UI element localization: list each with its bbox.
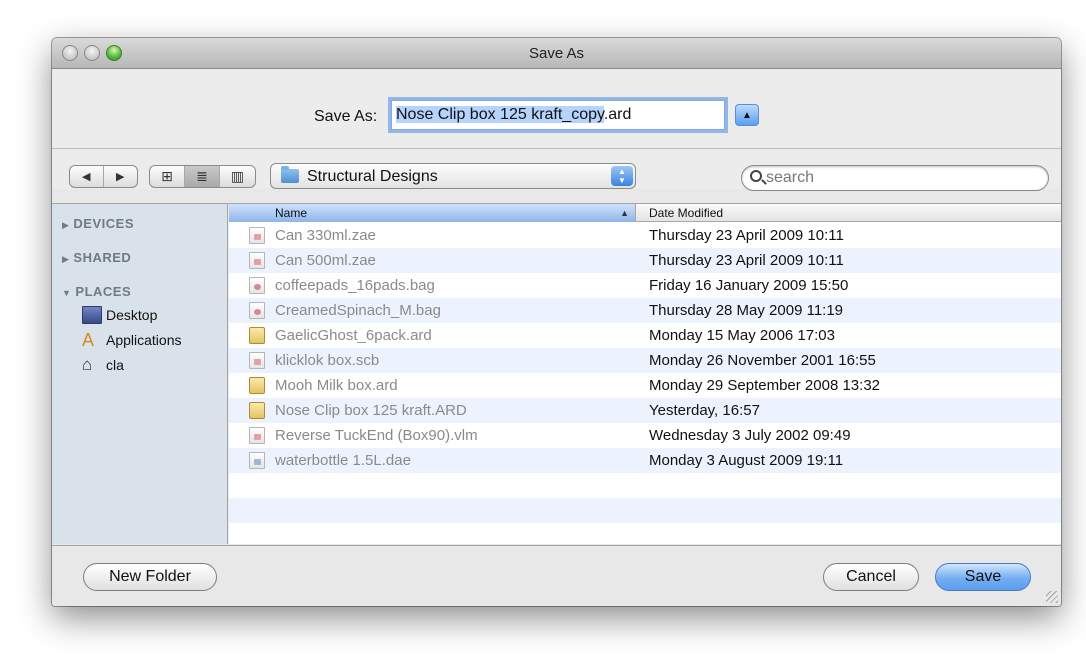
list-view-button[interactable]: ≣ [185,166,220,187]
file-name: Mooh Milk box.ard [275,377,398,394]
file-date-modified: Thursday 23 April 2009 10:11 [649,252,844,269]
sidebar: ▶ DEVICES ▶ SHARED ▼ PLACES Desktop A Appli… [52,204,228,544]
empty-row [229,498,1061,523]
expand-dialog-button[interactable]: ▲ [735,104,759,126]
forward-arrow-icon: ▶ [116,171,125,183]
table-row[interactable]: Nose Clip box 125 kraft.ARD Yesterday, 16… [229,398,1061,423]
empty-row [229,523,1061,544]
sidebar-item-applications[interactable]: A Applications [82,330,182,350]
title-bar[interactable]: Save As [52,38,1061,69]
file-bottle-icon [249,452,265,469]
column-header-date[interactable]: Date Modified [649,204,723,222]
location-popup[interactable]: Structural Designs ▲ ▼ [270,163,636,189]
back-arrow-icon: ◀ [82,171,91,183]
filename-extension: .ard [603,106,632,123]
file-name: CreamedSpinach_M.bag [275,302,441,319]
table-row[interactable]: coffeepads_16pads.bag Friday 16 January 2… [229,273,1061,298]
back-forward-control: ◀ ▶ [69,165,138,188]
file-document-icon [249,352,265,369]
triangle-up-icon: ▲ [742,109,752,121]
sidebar-section-places[interactable]: ▼ PLACES [62,284,131,299]
filename-selected-text: Nose Clip box 125 kraft_copy [396,106,604,123]
file-date-modified: Wednesday 3 July 2002 09:49 [649,427,851,444]
window-title: Save As [528,45,585,62]
popup-arrows-icon: ▲ ▼ [611,166,633,186]
filename-input[interactable]: Nose Clip box 125 kraft_copy.ard [391,100,725,130]
applications-icon: A [82,330,95,350]
list-icon: ≣ [196,168,208,184]
desktop-icon [82,306,102,324]
file-list-header: Name ▲ Date Modified [229,204,1061,222]
disclosure-right-icon: ▶ [62,220,70,230]
search-input[interactable]: search [741,165,1049,191]
table-row[interactable]: Mooh Milk box.ard Monday 29 September 200… [229,373,1061,398]
file-name: Nose Clip box 125 kraft.ARD [275,402,467,419]
column-header-name[interactable]: Name ▲ [229,204,636,222]
file-date-modified: Yesterday, 16:57 [649,402,760,419]
file-name: Can 500ml.zae [275,252,376,269]
file-box-icon [249,377,265,394]
file-date-modified: Thursday 23 April 2009 10:11 [649,227,844,244]
forward-button[interactable]: ▶ [104,166,138,187]
file-name: GaelicGhost_6pack.ard [275,327,432,344]
folder-icon [281,166,299,183]
file-name: waterbottle 1.5L.dae [275,452,411,469]
file-box-icon [249,402,265,419]
column-view-button[interactable]: ▥ [220,166,255,187]
file-date-modified: Monday 26 November 2001 16:55 [649,352,876,369]
table-row[interactable]: Can 330ml.zae Thursday 23 April 2009 10:1… [229,223,1061,248]
columns-icon: ▥ [230,168,245,184]
file-bag-icon [249,277,265,294]
dialog-footer: New Folder Cancel Save [52,545,1061,606]
file-name: Can 330ml.zae [275,227,376,244]
file-bag-icon [249,302,265,319]
file-date-modified: Friday 16 January 2009 15:50 [649,277,849,294]
file-name: klicklok box.scb [275,352,380,369]
home-icon: ⌂ [82,355,93,374]
file-document-icon [249,227,265,244]
table-row[interactable]: waterbottle 1.5L.dae Monday 3 August 2009… [229,448,1061,473]
table-row[interactable]: Reverse TuckEnd (Box90).vlm Wednesday 3 J… [229,423,1061,448]
file-name: Reverse TuckEnd (Box90).vlm [275,427,478,444]
file-list[interactable]: Name ▲ Date Modified Can 330ml.zae Thursd… [229,204,1061,544]
sidebar-item-desktop[interactable]: Desktop [82,305,157,325]
table-row[interactable]: GaelicGhost_6pack.ard Monday 15 May 2006 … [229,323,1061,348]
file-document-icon [249,252,265,269]
sidebar-item-label: Applications [106,332,182,348]
cancel-button[interactable]: Cancel [823,563,919,591]
new-folder-button[interactable]: New Folder [83,563,217,591]
sort-ascending-icon: ▲ [620,208,629,218]
save-button[interactable]: Save [935,563,1031,591]
file-date-modified: Monday 29 September 2008 13:32 [649,377,880,394]
icon-view-button[interactable]: ⊞ [150,166,185,187]
disclosure-down-icon: ▼ [62,288,72,298]
search-placeholder: search [766,169,815,186]
table-row[interactable]: CreamedSpinach_M.bag Thursday 28 May 2009… [229,298,1061,323]
empty-row [229,473,1061,498]
save-as-dialog: Save As Save As: Nose Clip box 125 kraft… [52,38,1061,606]
view-mode-control: ⊞ ≣ ▥ [149,165,256,188]
file-name: coffeepads_16pads.bag [275,277,435,294]
file-date-modified: Thursday 28 May 2009 11:19 [649,302,844,319]
header-divider [52,148,1061,149]
resize-grip-icon[interactable] [1046,591,1058,603]
file-box-icon [249,327,265,344]
table-row[interactable]: klicklok box.scb Monday 26 November 2001 … [229,348,1061,373]
search-icon [750,170,762,182]
sidebar-item-home[interactable]: ⌂ cla [82,355,124,375]
sidebar-section-shared[interactable]: ▶ SHARED [62,250,131,265]
back-button[interactable]: ◀ [70,166,104,187]
sidebar-section-devices[interactable]: ▶ DEVICES [62,216,134,231]
file-document-icon [249,427,265,444]
table-row[interactable]: Can 500ml.zae Thursday 23 April 2009 10:1… [229,248,1061,273]
save-as-label: Save As: [314,108,378,125]
location-label: Structural Designs [307,168,438,185]
file-date-modified: Monday 3 August 2009 19:11 [649,452,844,469]
file-date-modified: Monday 15 May 2006 17:03 [649,327,835,344]
grid-icon: ⊞ [161,168,173,184]
sidebar-item-label: cla [106,357,124,373]
disclosure-right-icon: ▶ [62,254,70,264]
sidebar-item-label: Desktop [106,307,158,323]
